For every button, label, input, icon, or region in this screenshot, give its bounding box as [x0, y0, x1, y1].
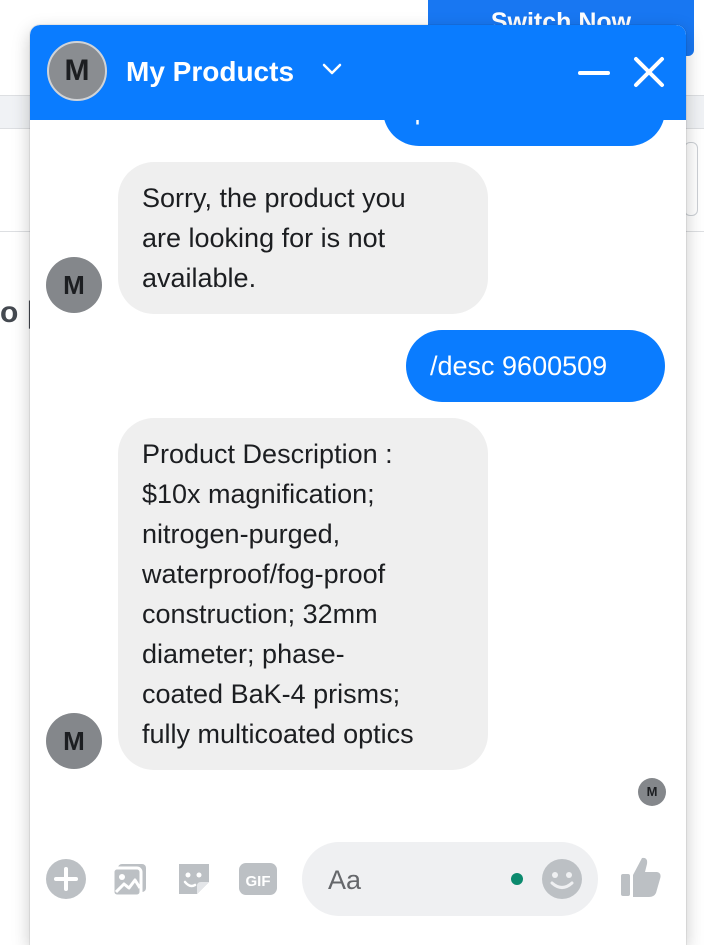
status-dot: [511, 873, 523, 885]
sticker-icon[interactable]: [173, 858, 215, 900]
incoming-message: Product Description : $10x magnification…: [118, 418, 488, 770]
emoji-icon[interactable]: [541, 858, 583, 900]
chat-window: M My Products /price 9600XXXXX Sorry, th…: [30, 25, 686, 945]
chat-header: M My Products: [30, 25, 686, 120]
message-input-container[interactable]: [302, 842, 598, 916]
message-input[interactable]: [326, 856, 500, 904]
gif-icon[interactable]: GIF: [237, 858, 279, 900]
outgoing-message: /price 9600XXXXX: [383, 120, 665, 146]
gif-icon-label: GIF: [246, 873, 271, 890]
chevron-down-icon[interactable]: [322, 61, 342, 77]
close-icon[interactable]: [633, 56, 665, 88]
incoming-message: Sorry, the product you are looking for i…: [118, 162, 488, 314]
sender-avatar[interactable]: M: [46, 713, 102, 769]
composer-bar: GIF: [30, 830, 686, 945]
background-input-edge: [684, 142, 698, 216]
minimize-icon[interactable]: [578, 71, 610, 75]
plus-circle-icon[interactable]: [45, 858, 87, 900]
outgoing-message: /desc 9600509: [406, 330, 665, 402]
sender-avatar[interactable]: M: [46, 257, 102, 313]
photo-icon[interactable]: [109, 858, 151, 900]
message-list: /price 9600XXXXX Sorry, the product you …: [30, 120, 686, 830]
conversation-title[interactable]: My Products: [126, 56, 294, 88]
conversation-avatar[interactable]: M: [47, 41, 107, 101]
thumbs-up-icon[interactable]: [618, 854, 664, 900]
read-receipt-avatar: M: [638, 778, 666, 806]
